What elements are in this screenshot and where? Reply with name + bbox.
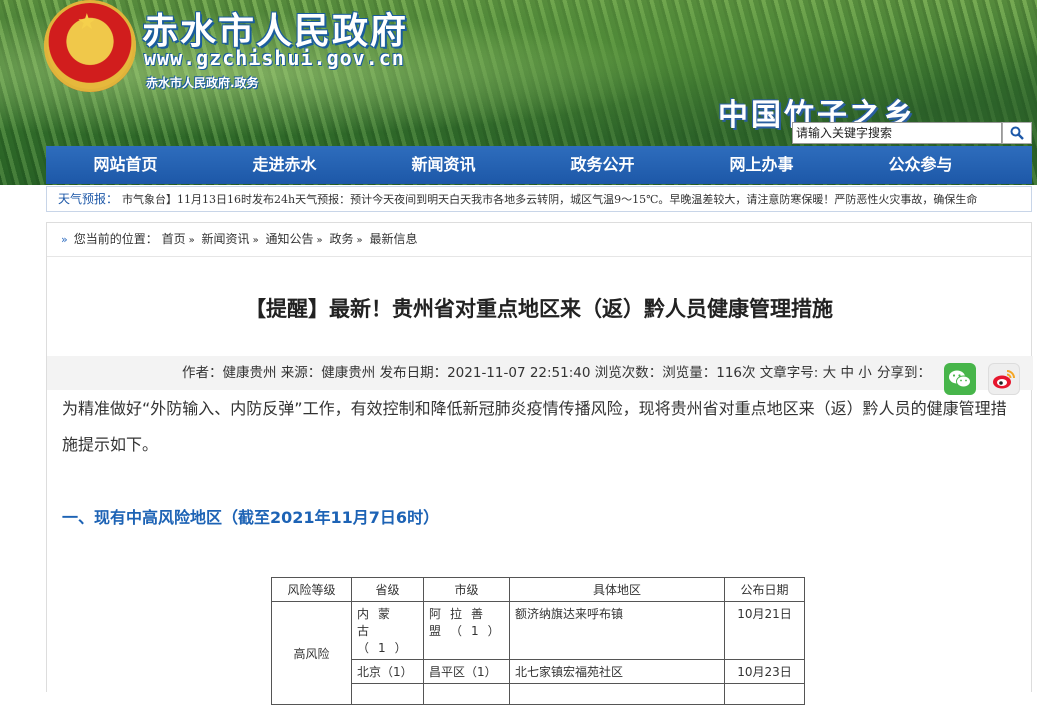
share-label: 分享到：: [877, 365, 931, 381]
nav-item-participation[interactable]: 公众参与: [841, 146, 1000, 184]
table-cell: 10月21日: [724, 601, 805, 660]
table-cell: 内蒙古（1）: [351, 601, 424, 660]
table-cell-level: 高风险: [271, 601, 352, 705]
weather-ticker: 天气预报： 市气象台】11月13日16时发布24h天气预报：预计今天夜间到明天白天…: [46, 186, 1032, 212]
table-row: 高风险 内蒙古（1） 阿拉善盟（1） 额济纳旗达来呼布镇 10月21日: [271, 601, 805, 705]
search-icon: [1010, 126, 1024, 140]
breadcrumb: » 您当前的位置： 首页» 新闻资讯» 通知公告» 政务» 最新信息: [47, 223, 1031, 257]
table-cell: [509, 683, 725, 705]
table-header: 具体地区: [509, 577, 725, 602]
site-url[interactable]: www.gzchishui.gov.cn: [144, 46, 405, 70]
breadcrumb-home[interactable]: 首页: [162, 232, 186, 246]
table-row: 北京（1） 昌平区（1） 北七家镇宏福苑社区 10月23日: [272, 659, 805, 684]
table-cell: 昌平区（1）: [423, 659, 510, 684]
risk-areas-table: 风险等级 省级 市级 具体地区 公布日期 高风险 内蒙古（1） 阿拉善盟（1） …: [271, 577, 805, 705]
search-input[interactable]: [792, 122, 1002, 144]
table-header: 公布日期: [724, 577, 805, 602]
article-meta: 作者：健康贵州 来源：健康贵州 发布日期：2021-11-07 22:51:40…: [47, 356, 1033, 390]
nav-item-online-services[interactable]: 网上办事: [682, 146, 841, 184]
nav-item-news[interactable]: 新闻资讯: [364, 146, 523, 184]
double-chevron-icon: »: [61, 233, 68, 246]
table-cell: 北七家镇宏福苑社区: [509, 659, 725, 684]
article-intro: 为精准做好“外防输入、内防反弹”工作，有效控制和降低新冠肺炎疫情传播风险，现将贵…: [62, 399, 1007, 454]
table-cell: 北京（1）: [351, 659, 424, 684]
table-cell: 10月23日: [724, 659, 805, 684]
table-cell: [724, 683, 805, 705]
table-cell: 额济纳旗达来呼布镇: [509, 601, 725, 660]
site-subtitle: 赤水市人民政府.政务: [146, 76, 259, 90]
breadcrumb-gov[interactable]: 政务: [329, 232, 353, 246]
breadcrumb-news[interactable]: 新闻资讯: [202, 232, 250, 246]
nav-item-home[interactable]: 网站首页: [46, 146, 205, 184]
article-meta-info: 作者：健康贵州 来源：健康贵州 发布日期：2021-11-07 22:51:40…: [182, 365, 872, 381]
table-row: [272, 683, 805, 705]
section-heading: 一、现有中高风险地区（截至2021年11月7日6时）: [62, 508, 440, 527]
nav-item-gov-affairs[interactable]: 政务公开: [523, 146, 682, 184]
breadcrumb-prefix: 您当前的位置：: [73, 232, 158, 246]
article-title: 【提醒】最新！贵州省对重点地区来（返）黔人员健康管理措施: [245, 297, 833, 321]
national-emblem-icon: ★: [44, 0, 136, 92]
table-header: 市级: [423, 577, 510, 602]
table-header: 风险等级: [271, 577, 352, 602]
search-box: [792, 122, 1032, 144]
search-button[interactable]: [1002, 122, 1032, 144]
table-cell: [423, 683, 510, 705]
main-nav: 网站首页 走进赤水 新闻资讯 政务公开 网上办事 公众参与: [46, 146, 1032, 184]
breadcrumb-latest[interactable]: 最新信息: [369, 232, 417, 246]
article-container: » 您当前的位置： 首页» 新闻资讯» 通知公告» 政务» 最新信息 【提醒】最新…: [46, 222, 1033, 705]
nav-item-about[interactable]: 走进赤水: [205, 146, 364, 184]
table-header-row: 风险等级 省级 市级 具体地区 公布日期: [271, 577, 805, 602]
table-header: 省级: [351, 577, 424, 602]
weather-label: 天气预报：: [58, 192, 119, 206]
weather-text[interactable]: 市气象台】11月13日16时发布24h天气预报：预计今天夜间到明天白天我市各地多…: [122, 193, 977, 206]
breadcrumb-notices[interactable]: 通知公告: [266, 232, 314, 246]
table-cell: 阿拉善盟（1）: [423, 601, 510, 660]
table-cell: [351, 683, 424, 705]
